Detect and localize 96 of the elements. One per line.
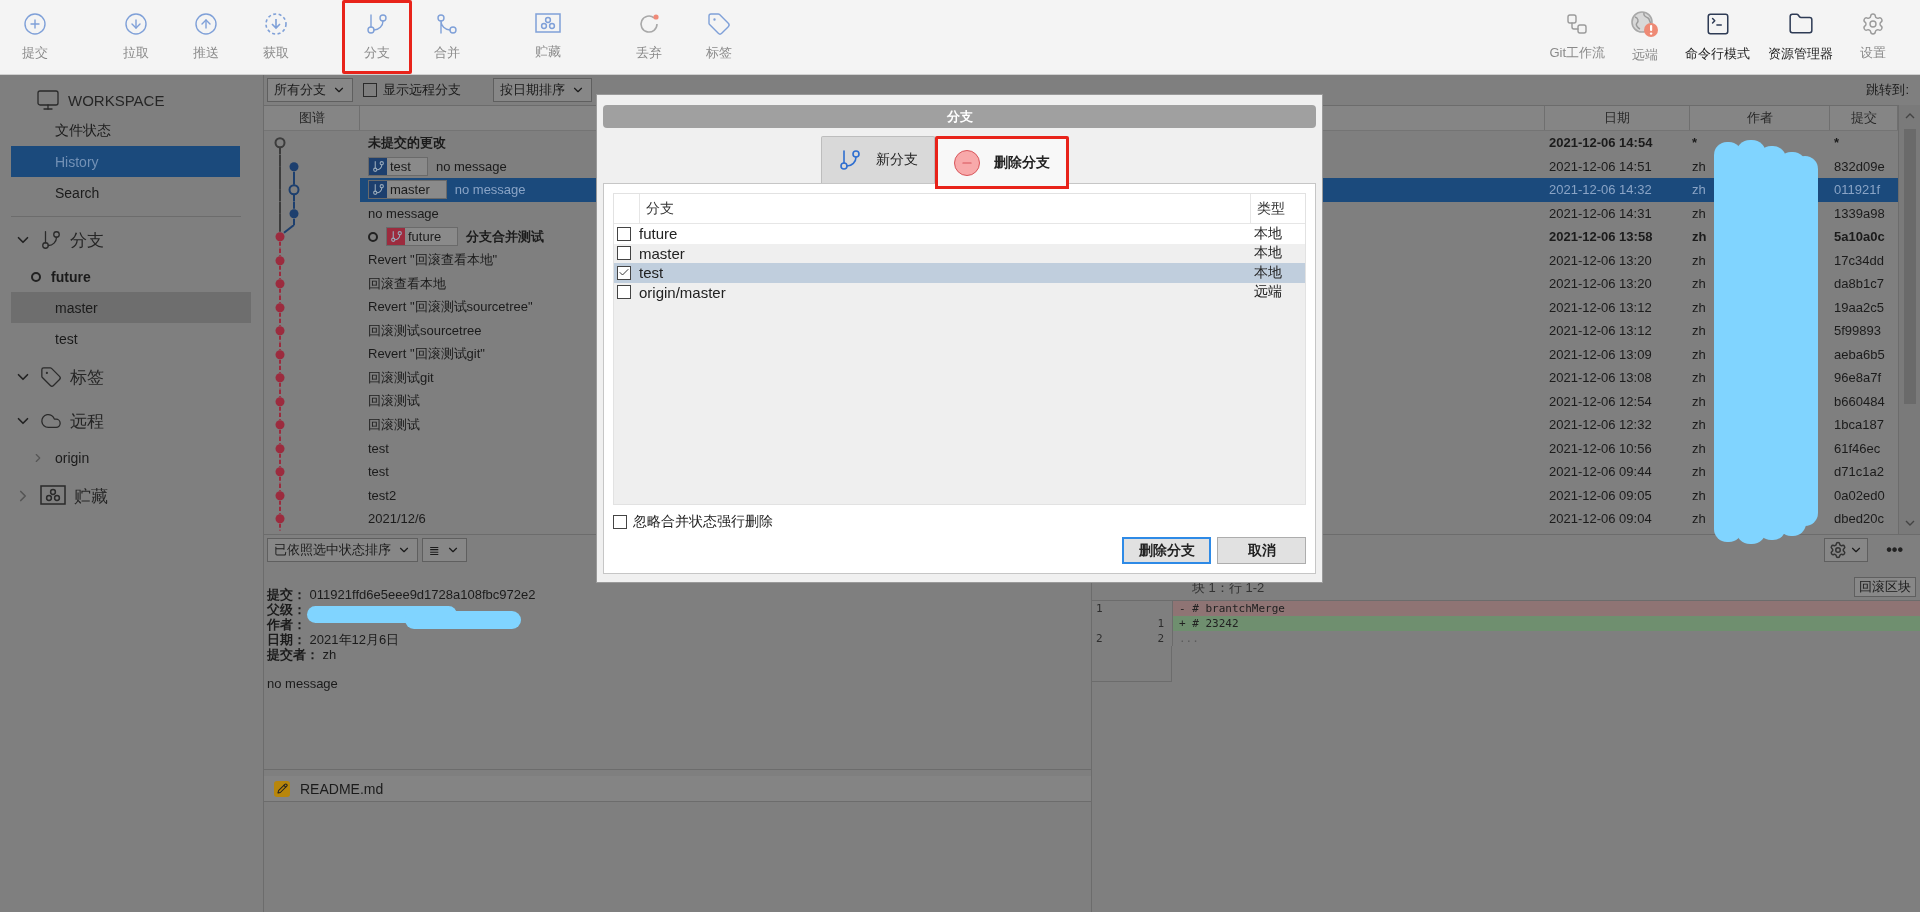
commit-author: zh <box>1691 252 1707 268</box>
commit-message: 回滚测试 <box>368 415 420 434</box>
commit-hash: 19aa2c5 <box>1833 299 1885 315</box>
dialog-title: 分支 <box>603 105 1316 128</box>
detail-field: 提交： 011921ffd6e5eee9d1728a108fbc972e2 <box>267 587 536 602</box>
commit-date: 2021-12-06 14:32 <box>1548 182 1653 198</box>
commit-date: 2021-12-06 13:20 <box>1548 276 1653 292</box>
branch-tag: future <box>386 227 459 247</box>
branch-name: master <box>638 244 686 262</box>
commit-author: zh <box>1691 464 1707 480</box>
commit-hash: 0a02ed0 <box>1833 487 1886 503</box>
commit-hash: b660484 <box>1833 393 1886 409</box>
commit-hash: d71c1a2 <box>1833 464 1885 480</box>
workspace-title: WORKSPACE <box>68 91 165 109</box>
commit-message: no message <box>435 158 507 174</box>
detail-field: 作者： <box>267 617 306 632</box>
diff-line: ... <box>1172 631 1920 646</box>
commit-date: 2021-12-06 14:51 <box>1548 158 1653 174</box>
commit-date: 2021-12-06 14:31 <box>1548 205 1653 221</box>
commit-hash: 5a10a0c <box>1833 229 1886 245</box>
detail-field: 提交者： zh <box>267 647 337 662</box>
commit-hash: dbed20c <box>1833 511 1885 527</box>
commit-date: 2021-12-06 12:32 <box>1548 417 1653 433</box>
commit-message: test2 <box>368 487 397 503</box>
commit-author: zh <box>1691 370 1707 386</box>
file-name: README.md <box>300 780 384 797</box>
branch-type: 远端 <box>1253 283 1283 302</box>
commit-date: 2021-12-06 09:04 <box>1548 511 1653 527</box>
commit-author: zh <box>1691 440 1707 456</box>
commit-author: zh <box>1691 323 1707 339</box>
jump-to-label: 跳转到: <box>1866 81 1910 99</box>
detail-field: 日期： 2021年12月6日 <box>267 632 400 647</box>
commit-hash: 832d09e <box>1833 158 1886 174</box>
commit-message: Revert "回滚测试sourcetree" <box>368 298 533 317</box>
branch-type: 本地 <box>1253 224 1283 243</box>
branch-type: 本地 <box>1253 263 1283 282</box>
line-number: 2 <box>1095 632 1104 645</box>
commit-date: 2021-12-06 12:54 <box>1548 393 1653 409</box>
commit-message: test <box>368 440 389 456</box>
commit-author: * <box>1691 135 1699 151</box>
commit-message: 分支合并测试 <box>466 227 545 246</box>
commit-date: 2021-12-06 13:12 <box>1548 299 1653 315</box>
commit-date: 2021-12-06 13:12 <box>1548 323 1653 339</box>
line-number: 1 <box>1156 617 1165 630</box>
detail-field: 父级： <box>267 602 306 617</box>
commit-hash: * <box>1833 135 1841 151</box>
commit-date: 2021-12-06 14:54 <box>1548 135 1654 151</box>
commit-message: 回滚测试git <box>368 368 434 387</box>
commit-hash: 011921f <box>1833 182 1882 198</box>
commit-message: 未提交的更改 <box>368 133 446 152</box>
commit-message: Revert "回滚测试git" <box>368 345 485 364</box>
commit-hash: da8b1c7 <box>1833 276 1885 292</box>
commit-message: 回滚测试 <box>368 392 420 411</box>
commit-author: zh <box>1691 487 1707 503</box>
commit-hash: 61f46ec <box>1833 440 1882 456</box>
commit-date: 2021-12-06 13:20 <box>1548 252 1653 268</box>
commit-date: 2021-12-06 13:09 <box>1548 346 1653 362</box>
branch-name: origin <box>55 449 90 466</box>
commit-author: zh <box>1691 229 1708 245</box>
checkbox-label: 显示远程分支 <box>383 81 461 99</box>
branch-name: test <box>638 264 665 282</box>
commit-date: 2021-12-06 13:08 <box>1548 370 1653 386</box>
branch-name: origin/master <box>638 283 727 301</box>
branch-name: master <box>55 299 98 316</box>
commit-message: test <box>368 464 389 480</box>
branch-tag: test <box>368 156 428 176</box>
commit-hash: 17c34dd <box>1833 252 1885 268</box>
branch-type: 本地 <box>1253 244 1283 263</box>
checkbox-label: 忽略合并状态强行删除 <box>633 513 773 531</box>
commit-date: 2021-12-06 10:56 <box>1548 440 1653 456</box>
commit-author: zh <box>1691 205 1707 221</box>
commit-author: zh <box>1691 417 1707 433</box>
branch-name: test <box>55 330 78 347</box>
commit-date: 2021-12-06 13:58 <box>1548 229 1654 245</box>
commit-date: 2021-12-06 09:05 <box>1548 487 1653 503</box>
commit-author: zh <box>1691 182 1707 198</box>
branch-tag: master <box>368 180 447 200</box>
commit-author: zh <box>1691 158 1707 174</box>
commit-author: zh <box>1691 511 1707 527</box>
commit-hash: aeba6b5 <box>1833 346 1886 362</box>
commit-hash: 1bca187 <box>1833 417 1885 433</box>
commit-author: zh <box>1691 393 1707 409</box>
commit-hash: 1339a98 <box>1833 205 1886 221</box>
commit-message: no message <box>454 182 526 198</box>
commit-author: zh <box>1691 276 1707 292</box>
branch-name: future <box>51 268 91 285</box>
commit-hash: 96e8a7f <box>1833 370 1882 386</box>
commit-author: zh <box>1691 299 1707 315</box>
branch-name: future <box>638 225 679 243</box>
commit-message: no message <box>267 676 339 691</box>
commit-author: zh <box>1691 346 1707 362</box>
line-number: 2 <box>1156 632 1165 645</box>
line-number: 1 <box>1095 602 1104 615</box>
commit-hash: 5f99893 <box>1833 323 1882 339</box>
commit-date: 2021-12-06 09:44 <box>1548 464 1653 480</box>
commit-message: 回滚测试sourcetree <box>368 321 482 340</box>
